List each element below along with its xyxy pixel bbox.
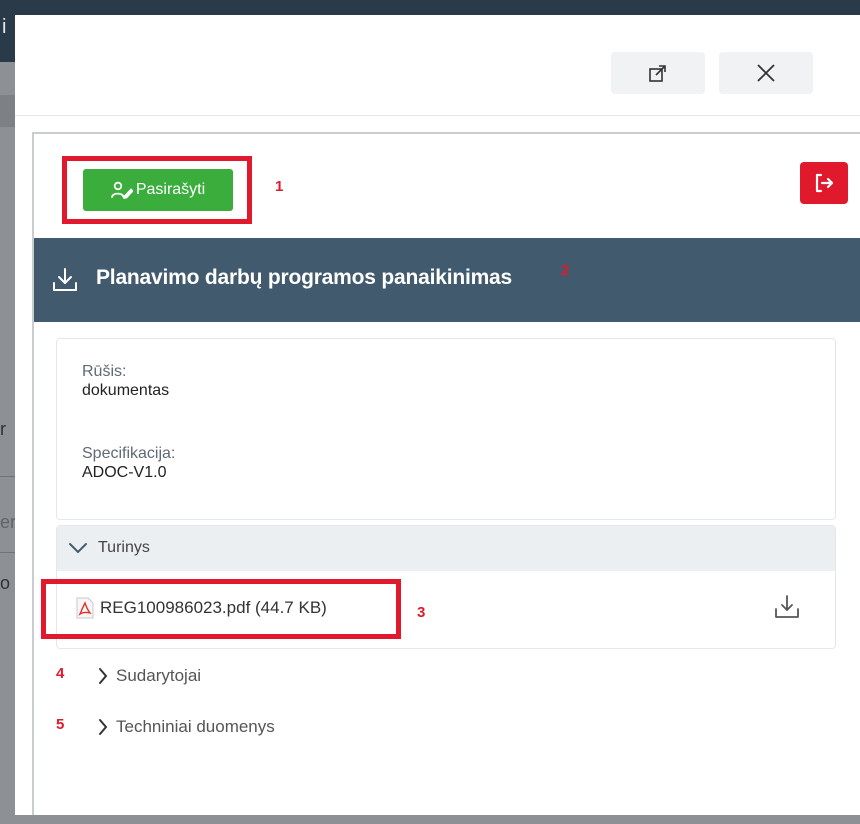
- field-value-rusis: dokumentas: [82, 382, 170, 399]
- expand-icon: [649, 65, 666, 82]
- pdf-file-icon: [76, 597, 94, 619]
- file-link[interactable]: REG100986023.pdf (44.7 KB): [76, 597, 327, 619]
- user-pen-icon: [110, 181, 133, 199]
- background-text-fragment: i: [2, 16, 7, 38]
- field-value-specifikacija: ADOC-V1.0: [82, 464, 167, 481]
- annotation-number: 2: [561, 262, 570, 279]
- sign-button[interactable]: Pasirašyti: [83, 169, 233, 211]
- document-modal: Pasirašyti 1 Planavimo darbų programos p…: [15, 15, 860, 815]
- document-title-bar: Planavimo darbų programos panaikinimas 2: [34, 238, 860, 322]
- download-icon[interactable]: [51, 266, 79, 294]
- logout-button[interactable]: [800, 162, 848, 204]
- techniniai-duomenys-label: Techniniai duomenys: [116, 717, 275, 736]
- sign-button-label: Pasirašyti: [135, 181, 206, 198]
- field-label-specifikacija: Specifikacija:: [82, 445, 176, 462]
- sudarytojai-label: Sudarytojai: [116, 666, 202, 685]
- chevron-down-icon: [69, 543, 87, 554]
- background-text-fragment: r: [0, 419, 6, 439]
- document-panel: Pasirašyti 1 Planavimo darbų programos p…: [32, 132, 860, 815]
- document-info-card: Rūšis: dokumentas Specifikacija: ADOC-V1…: [56, 338, 836, 520]
- annotation-number: 4: [56, 665, 65, 682]
- annotation-number: 3: [417, 604, 426, 621]
- expand-button[interactable]: [611, 52, 705, 94]
- logout-icon: [815, 173, 834, 193]
- background-text-fragment: o: [0, 573, 11, 593]
- annotation-number: 5: [56, 716, 65, 733]
- turinys-label: Turinys: [98, 539, 150, 556]
- annotation-box: REG100986023.pdf (44.7 KB): [41, 579, 401, 639]
- chevron-right-icon: [99, 719, 108, 735]
- close-button[interactable]: [719, 52, 813, 94]
- chevron-right-icon: [99, 668, 108, 684]
- annotation-box: Pasirašyti: [62, 156, 252, 224]
- file-download-icon[interactable]: [774, 594, 800, 620]
- close-icon: [757, 64, 775, 82]
- annotation-number: 1: [275, 178, 284, 195]
- sudarytojai-toggle[interactable]: Sudarytojai: [98, 666, 201, 686]
- document-title: Planavimo darbų programos panaikinimas: [96, 266, 513, 289]
- techniniai-duomenys-toggle[interactable]: Techniniai duomenys: [98, 717, 275, 737]
- field-label-rusis: Rūšis:: [82, 363, 127, 380]
- file-name: REG100986023.pdf (44.7 KB): [100, 598, 327, 617]
- background-text-fragment: er: [0, 512, 17, 532]
- header-divider: [15, 115, 860, 116]
- turinys-toggle[interactable]: Turinys: [57, 526, 835, 571]
